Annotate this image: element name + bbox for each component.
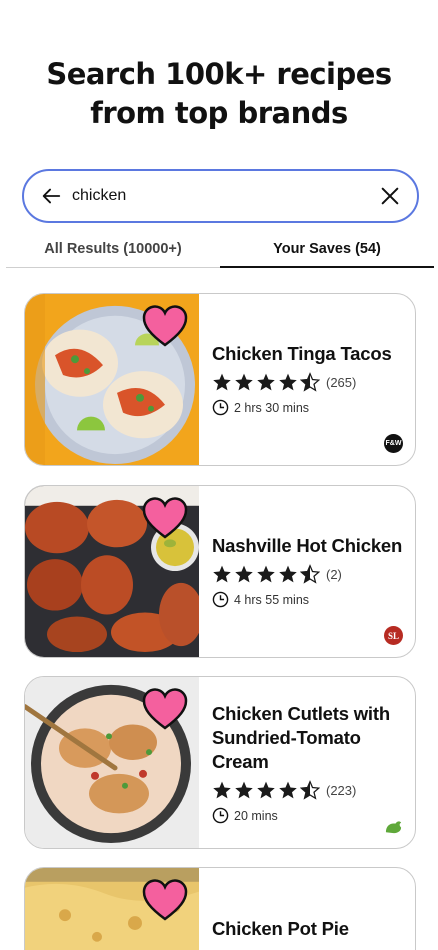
rating: (265)	[212, 372, 403, 392]
cook-time: 2 hrs 30 mins	[212, 399, 403, 416]
arrow-left-icon[interactable]	[40, 185, 62, 207]
star-icon	[235, 781, 253, 799]
brand-logo: SL	[384, 626, 403, 645]
star-icon	[257, 565, 275, 583]
half-star-icon	[300, 564, 320, 584]
page-title: Search 100k+ recipes from top brands	[0, 55, 438, 133]
recipe-title[interactable]: Chicken Cutlets with Sundried-Tomato Cre…	[212, 702, 403, 774]
close-icon[interactable]	[379, 185, 401, 207]
star-rating	[212, 564, 320, 584]
star-icon	[257, 373, 275, 391]
cook-time-text: 4 hrs 55 mins	[234, 592, 310, 607]
star-icon	[235, 373, 253, 391]
rating-count: (265)	[326, 374, 357, 390]
tab-all-results[interactable]: All Results (10000+)	[6, 230, 220, 267]
leaf-brand-logo	[385, 821, 402, 834]
recipe-title[interactable]: Chicken Tinga Tacos	[212, 342, 403, 366]
rating-count: (223)	[326, 782, 357, 798]
star-icon	[279, 781, 297, 799]
star-icon	[213, 565, 231, 583]
star-icon	[213, 373, 231, 391]
half-star-icon	[300, 372, 320, 392]
heart-icon[interactable]	[142, 496, 188, 540]
star-icon	[235, 565, 253, 583]
page-title-line2: from top brands	[90, 96, 348, 130]
clock-icon	[212, 591, 229, 608]
rating: (2)	[212, 564, 403, 584]
recipe-title[interactable]: Chicken Pot Pie	[212, 917, 403, 941]
star-rating	[212, 372, 320, 392]
recipe-card[interactable]: Nashville Hot Chicken (2) 4 hrs 55 mins …	[24, 485, 416, 658]
recipe-card[interactable]: Chicken Pot Pie	[24, 867, 416, 950]
recipe-card[interactable]: Chicken Tinga Tacos (265) 2 hrs 30 mins …	[24, 293, 416, 466]
half-star-icon	[300, 780, 320, 800]
star-rating	[212, 780, 320, 800]
clock-icon	[212, 399, 229, 416]
cook-time-text: 2 hrs 30 mins	[234, 400, 310, 415]
cook-time: 4 hrs 55 mins	[212, 591, 403, 608]
recipe-title[interactable]: Nashville Hot Chicken	[212, 534, 403, 558]
search-input[interactable]	[72, 187, 379, 205]
brand-logo: F&W	[384, 434, 403, 453]
star-icon	[279, 373, 297, 391]
recipe-card[interactable]: Chicken Cutlets with Sundried-Tomato Cre…	[24, 676, 416, 849]
search-bar[interactable]	[22, 169, 419, 223]
cook-time: 20 mins	[212, 807, 403, 824]
page-title-line1: Search 100k+ recipes	[46, 57, 392, 91]
heart-icon[interactable]	[142, 878, 188, 922]
heart-icon[interactable]	[142, 304, 188, 348]
star-icon	[279, 565, 297, 583]
rating: (223)	[212, 780, 403, 800]
clock-icon	[212, 807, 229, 824]
heart-icon[interactable]	[142, 687, 188, 731]
star-icon	[257, 781, 275, 799]
tab-your-saves[interactable]: Your Saves (54)	[220, 230, 434, 268]
rating-count: (2)	[326, 566, 342, 582]
cook-time-text: 20 mins	[234, 808, 278, 823]
results-tabs: All Results (10000+) Your Saves (54)	[6, 230, 434, 268]
star-icon	[213, 781, 231, 799]
